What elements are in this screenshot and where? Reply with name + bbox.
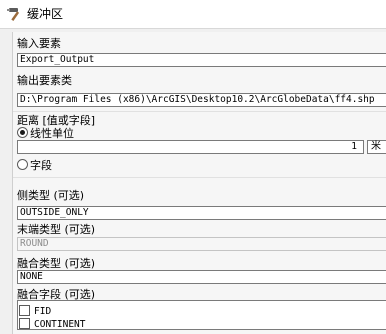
continent-checkbox[interactable]: [19, 318, 30, 329]
distance-unit-select[interactable]: 米: [367, 140, 386, 154]
dissolve-type-select[interactable]: NONE: [17, 270, 386, 284]
field-radio-label: 字段: [30, 159, 52, 172]
buffer-tool-window: 缓冲区 输入要素 Export_Output 输出要素类 D:\Program …: [0, 0, 386, 334]
window-title: 缓冲区: [27, 7, 64, 21]
fid-checkbox-label: FID: [34, 306, 52, 317]
divider: [13, 111, 386, 112]
divider: [13, 177, 386, 178]
output-features-label: 输出要素类: [17, 74, 72, 87]
linear-unit-radio-label: 线性单位: [30, 127, 74, 140]
continent-checkbox-label: CONTINENT: [34, 319, 86, 330]
hammer-icon: [6, 6, 24, 22]
end-type-select: ROUND: [17, 237, 386, 251]
title-bar: 缓冲区: [0, 0, 386, 29]
side-type-label: 侧类型 (可选): [17, 189, 85, 202]
distance-label: 距离 [值或字段]: [17, 114, 96, 127]
dissolve-type-label: 融合类型 (可选): [17, 257, 96, 270]
dissolve-field-option-continent[interactable]: CONTINENT: [19, 318, 85, 331]
tool-parameters-panel: 输入要素 Export_Output 输出要素类 D:\Program File…: [12, 32, 386, 334]
fid-checkbox[interactable]: [19, 305, 30, 316]
linear-unit-radio-button[interactable]: [17, 127, 28, 138]
side-type-select[interactable]: OUTSIDE_ONLY: [17, 206, 386, 220]
distance-value-input[interactable]: 1: [17, 140, 364, 154]
input-features-label: 输入要素: [17, 37, 61, 50]
dissolve-field-option-fid[interactable]: FID: [19, 305, 51, 318]
input-features-field[interactable]: Export_Output: [17, 53, 386, 67]
field-radio[interactable]: 字段: [17, 159, 52, 173]
end-type-label: 末端类型 (可选): [17, 223, 96, 236]
output-features-field[interactable]: D:\Program Files (x86)\ArcGIS\Desktop10.…: [17, 93, 386, 107]
field-radio-button[interactable]: [17, 159, 28, 170]
linear-unit-radio[interactable]: 线性单位: [17, 127, 74, 141]
